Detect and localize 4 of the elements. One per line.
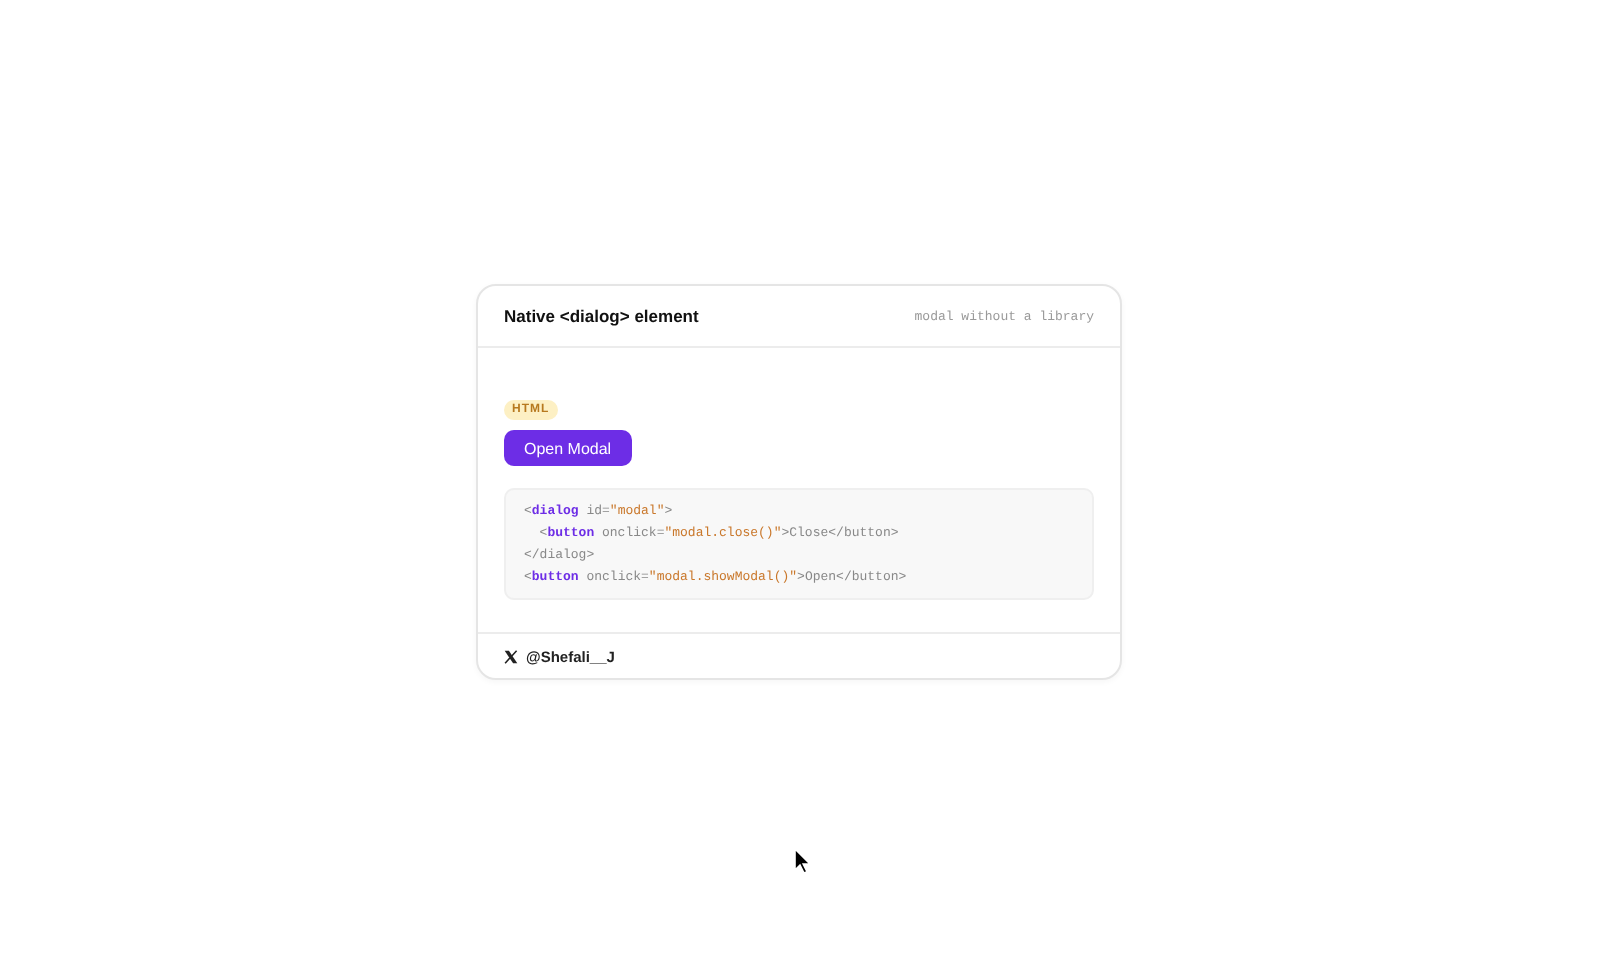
x-logo-icon [504, 649, 518, 663]
card-title: Native <dialog> element [504, 306, 699, 326]
cursor-icon [794, 848, 812, 874]
open-modal-button[interactable]: Open Modal [504, 430, 632, 466]
